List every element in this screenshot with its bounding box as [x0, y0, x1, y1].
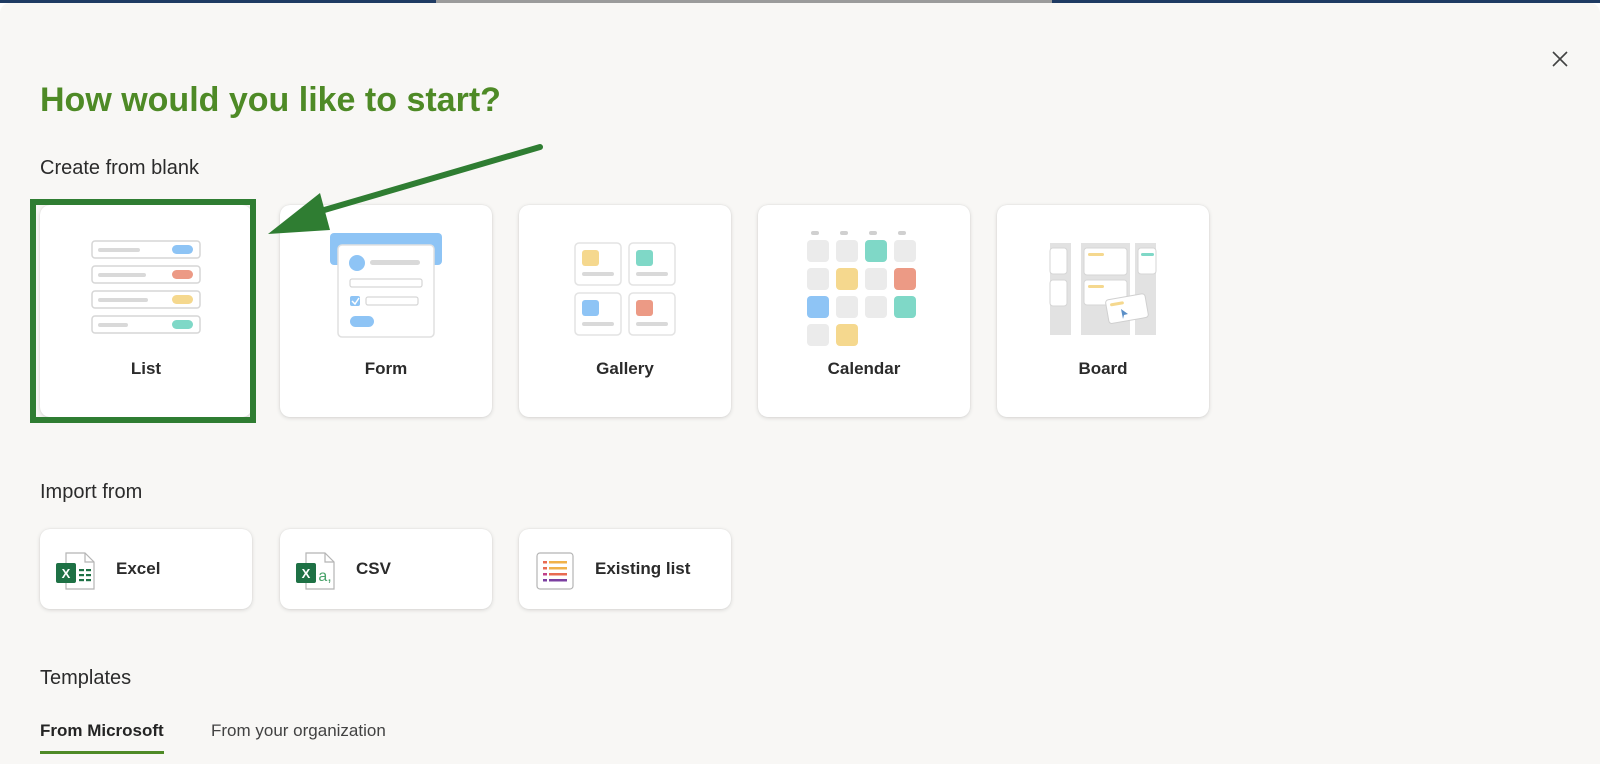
tab-from-your-organization[interactable]: From your organization: [211, 721, 386, 751]
dialog-title: How would you like to start?: [40, 81, 501, 119]
import-csv[interactable]: a, X CSV: [280, 529, 492, 609]
card-form-label: Form: [364, 359, 408, 378]
start-dialog: How would you like to start? Create from…: [0, 3, 1600, 764]
svg-text:X: X: [302, 566, 311, 581]
list-illustration: [91, 240, 201, 334]
section-templates: Templates: [40, 667, 132, 689]
import-csv-label: CSV: [356, 559, 391, 578]
card-gallery-label: Gallery: [596, 359, 654, 378]
calendar-illustration: [807, 231, 916, 346]
gallery-illustration: [574, 242, 676, 336]
card-board[interactable]: Board: [997, 205, 1209, 417]
close-icon: [1552, 51, 1568, 67]
excel-icon: X: [56, 552, 95, 590]
card-calendar-label: Calendar: [827, 359, 901, 378]
close-button[interactable]: [1546, 45, 1574, 73]
import-existing-list-label: Existing list: [595, 559, 691, 578]
card-calendar[interactable]: Calendar: [758, 205, 970, 417]
import-existing-list[interactable]: Existing list: [519, 529, 731, 609]
import-excel-label: Excel: [116, 559, 161, 578]
card-board-label: Board: [1078, 359, 1128, 378]
tab-from-microsoft[interactable]: From Microsoft: [40, 721, 164, 754]
import-excel[interactable]: X Excel: [40, 529, 252, 609]
form-illustration: [330, 233, 442, 338]
card-list[interactable]: List: [40, 205, 252, 417]
svg-text:a,: a,: [318, 568, 331, 585]
csv-icon: a, X: [296, 552, 335, 590]
section-create-from-blank: Create from blank: [40, 157, 199, 179]
existing-list-icon: [536, 552, 574, 590]
card-list-label: List: [130, 359, 162, 378]
board-illustration: [1049, 243, 1157, 335]
card-form[interactable]: Form: [280, 205, 492, 417]
card-gallery[interactable]: Gallery: [519, 205, 731, 417]
section-import-from: Import from: [40, 481, 143, 503]
svg-text:X: X: [62, 566, 71, 581]
